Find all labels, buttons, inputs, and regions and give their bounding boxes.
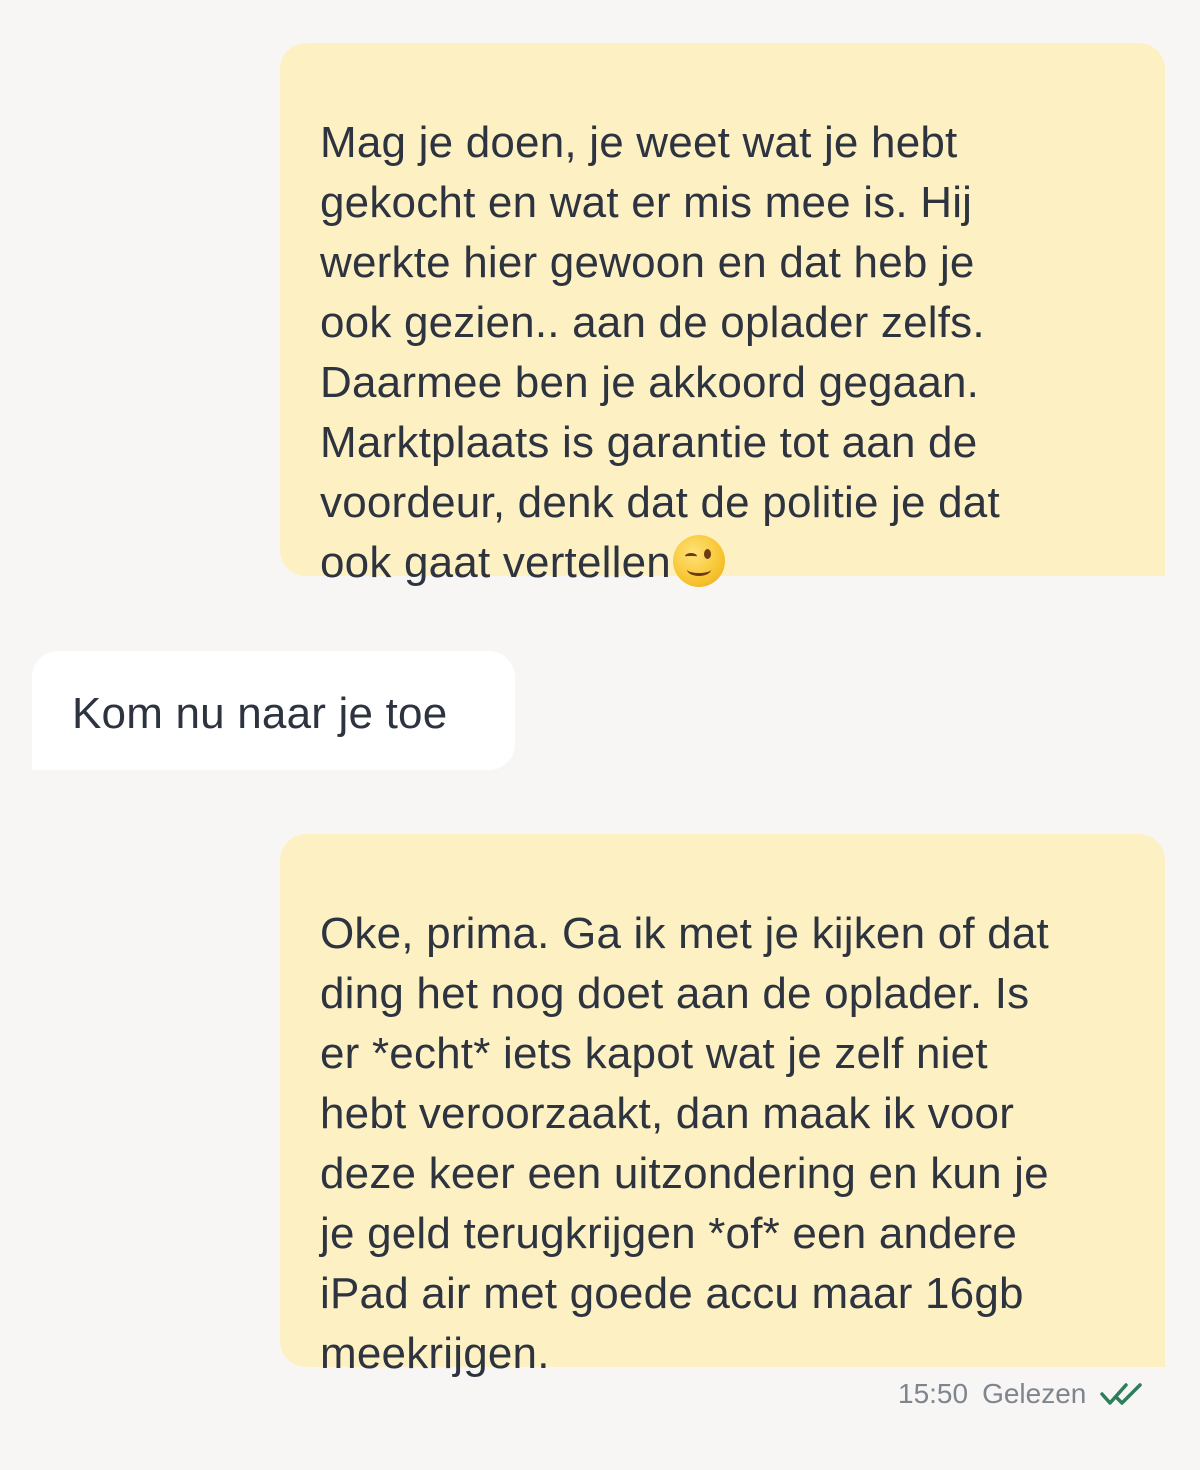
message-meta: 15:50 Gelezen bbox=[898, 1374, 1148, 1414]
message-text: Oke, prima. Ga ik met je kijken of dat d… bbox=[320, 909, 1049, 1378]
sent-message-bubble[interactable]: Mag je doen, je weet wat je hebt gekocht… bbox=[280, 43, 1165, 587]
sent-message-bubble[interactable]: Oke, prima. Ga ik met je kijken of dat d… bbox=[280, 834, 1165, 1378]
message-text: Kom nu naar je toe bbox=[72, 689, 448, 738]
message-timestamp: 15:50 bbox=[898, 1378, 969, 1409]
winking-face-emoji-icon bbox=[672, 535, 725, 587]
read-status-label: Gelezen bbox=[982, 1378, 1087, 1409]
received-message-bubble[interactable]: Kom nu naar je toe bbox=[32, 651, 515, 770]
double-check-icon bbox=[1100, 1383, 1143, 1405]
message-text: Mag je doen, je weet wat je hebt gekocht… bbox=[320, 118, 1000, 587]
